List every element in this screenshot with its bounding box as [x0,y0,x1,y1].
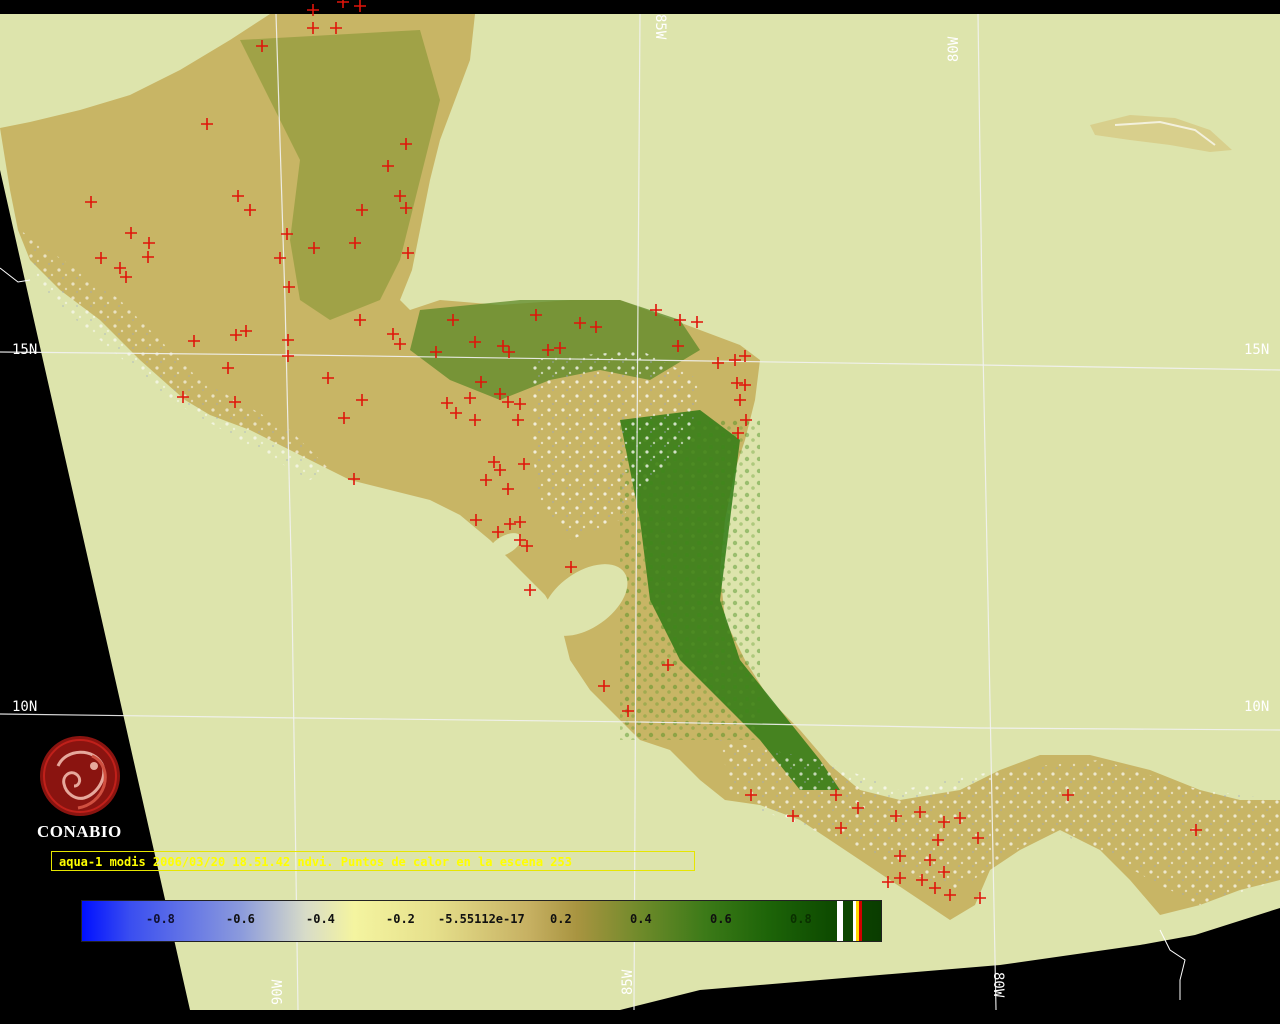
ndvi-colorbar: -0.8 -0.6 -0.4 -0.2 -5.55112e-17 0.2 0.4… [81,900,882,942]
label-15n-left: 15N [12,342,37,358]
colorbar-tick: 0.6 [710,912,732,926]
label-10n-left: 10N [12,699,37,715]
colorbar-tick: -5.55112e-17 [438,912,525,926]
label-85w-top: 85W [652,14,668,40]
colorbar-tick: -0.2 [386,912,415,926]
label-80w-top: 80W [946,36,962,62]
scene-caption: aqua-1 modis 2006/03/20 18.51.42 ndvi. P… [51,851,695,871]
label-80w-bottom: 80W [990,972,1006,998]
conabio-logo-text: CONABIO [37,822,122,841]
label-15n-right: 15N [1244,342,1269,358]
label-85w-bottom: 85W [620,969,636,995]
colorbar-tick: 0.4 [630,912,652,926]
colorbar-tick: -0.6 [226,912,255,926]
label-10n-right: 10N [1244,699,1269,715]
colorbar-tick: 0.2 [550,912,572,926]
colorbar-tick: -0.8 [146,912,175,926]
colorbar-tick: 0.8 [790,912,812,926]
colorbar-red-swatch [859,901,862,941]
label-90w-bottom: 90W [270,979,286,1005]
colorbar-cloud-swatch [837,901,843,941]
colorbar-tick: -0.4 [306,912,335,926]
